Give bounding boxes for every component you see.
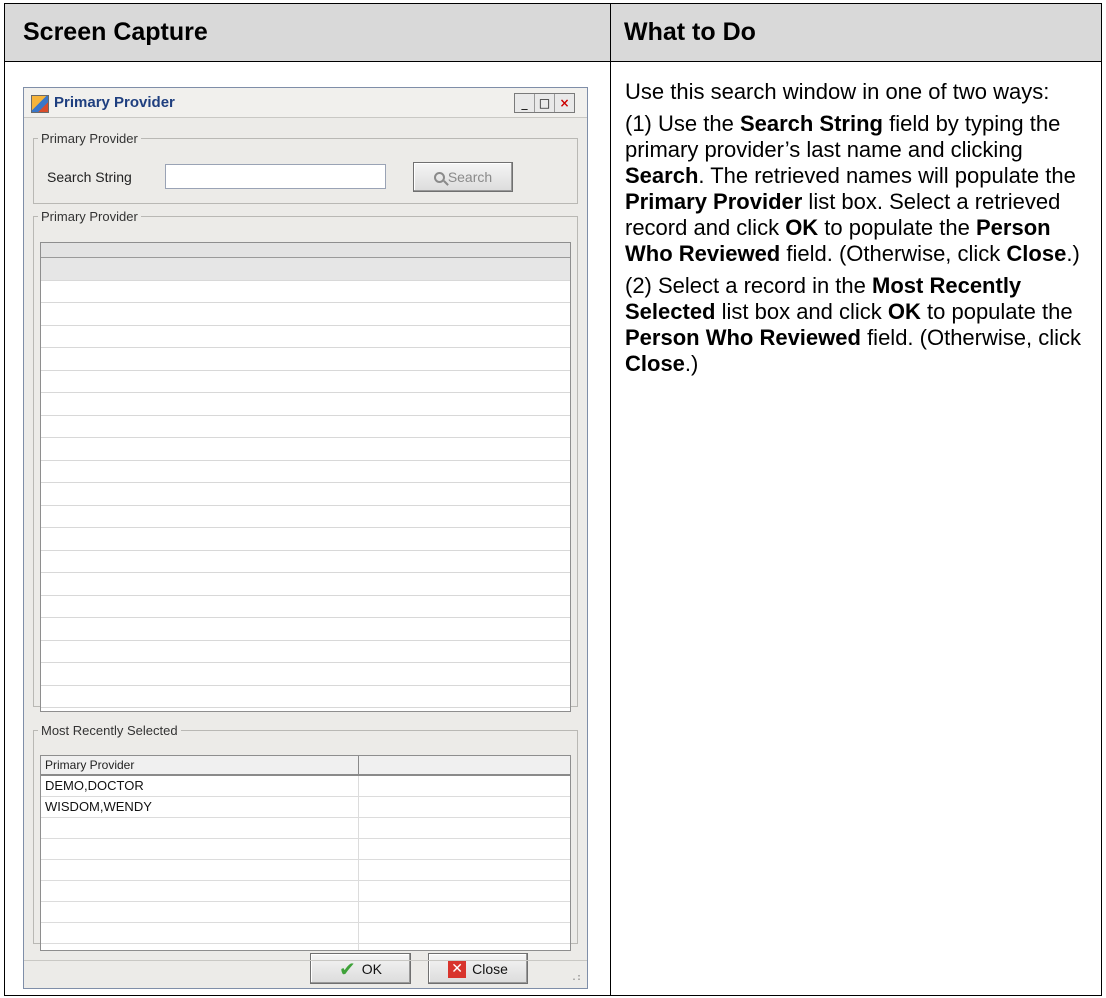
title-bar[interactable]: Primary Provider _ □ ×	[24, 88, 587, 118]
table-row[interactable]	[41, 818, 570, 839]
list-row[interactable]	[41, 551, 570, 573]
resize-grip-icon[interactable]: .:	[571, 972, 582, 983]
primary-provider-dialog: Primary Provider _ □ × Primary Provider …	[23, 87, 588, 989]
list-row[interactable]	[41, 483, 570, 506]
list-row[interactable]	[41, 258, 570, 281]
search-string-input[interactable]	[165, 164, 386, 189]
search-group-legend: Primary Provider	[41, 131, 138, 146]
list-row[interactable]	[41, 596, 570, 618]
list-row[interactable]	[41, 303, 570, 326]
instructions-text: Use this search window in one of two way…	[625, 79, 1085, 383]
recent-group: Most Recently Selected Primary Provider …	[33, 723, 578, 951]
most-recently-selected-list[interactable]: Primary Provider DEMO,DOCTOR WISDOM,WENDY	[40, 755, 571, 951]
table-row[interactable]: DEMO,DOCTOR	[41, 776, 570, 797]
what-to-do-header: What to Do	[624, 18, 756, 46]
dialog-title: Primary Provider	[54, 94, 175, 111]
list-row[interactable]	[41, 416, 570, 438]
provider-cell	[41, 818, 359, 838]
screen-capture-header: Screen Capture	[23, 18, 208, 46]
table-row[interactable]: WISDOM,WENDY	[41, 797, 570, 818]
results-group: Primary Provider	[33, 209, 578, 712]
search-group: Primary Provider Search String Search	[33, 131, 578, 204]
search-button-label: Search	[447, 169, 493, 185]
results-list-header	[41, 243, 570, 258]
list-row[interactable]	[41, 686, 570, 708]
recent-list-header: Primary Provider	[41, 756, 570, 776]
provider-cell	[41, 944, 359, 950]
list-row[interactable]	[41, 348, 570, 371]
instructions-step-1: (1) Use the Search String field by typin…	[625, 111, 1080, 266]
provider-cell	[41, 902, 359, 922]
list-row[interactable]	[41, 371, 570, 393]
list-row[interactable]	[41, 528, 570, 551]
status-strip: .:	[24, 960, 587, 988]
provider-cell: WISDOM,WENDY	[41, 797, 359, 817]
provider-cell: DEMO,DOCTOR	[41, 776, 359, 796]
app-icon	[31, 95, 49, 113]
list-row[interactable]	[41, 281, 570, 303]
close-window-button[interactable]: ×	[555, 94, 574, 112]
list-row[interactable]	[41, 326, 570, 348]
table-row[interactable]	[41, 923, 570, 944]
table-row[interactable]	[41, 881, 570, 902]
column-header-primary-provider[interactable]: Primary Provider	[41, 756, 359, 774]
list-row[interactable]	[41, 618, 570, 641]
primary-provider-list[interactable]	[40, 242, 571, 712]
instructions-intro: Use this search window in one of two way…	[625, 79, 1050, 104]
provider-cell	[41, 923, 359, 943]
list-row[interactable]	[41, 438, 570, 461]
minimize-button[interactable]: _	[515, 94, 535, 112]
list-row[interactable]	[41, 506, 570, 528]
table-row[interactable]	[41, 902, 570, 923]
table-row[interactable]	[41, 944, 570, 950]
search-string-label: Search String	[47, 169, 132, 185]
table-row[interactable]	[41, 860, 570, 881]
column-header-blank[interactable]	[359, 756, 363, 774]
provider-cell	[41, 881, 359, 901]
table-header-row: Screen Capture What to Do	[5, 4, 1101, 62]
search-icon	[433, 171, 445, 183]
list-row[interactable]	[41, 461, 570, 483]
instructions-step-2: (2) Select a record in the Most Recently…	[625, 273, 1082, 376]
provider-cell	[41, 839, 359, 859]
search-button[interactable]: Search	[413, 162, 513, 192]
list-row[interactable]	[41, 393, 570, 416]
column-divider	[610, 4, 611, 995]
list-row[interactable]	[41, 573, 570, 596]
results-group-legend: Primary Provider	[41, 209, 138, 224]
list-row[interactable]	[41, 663, 570, 686]
list-row[interactable]	[41, 641, 570, 663]
maximize-button[interactable]: □	[535, 94, 555, 112]
recent-group-legend: Most Recently Selected	[41, 723, 178, 738]
table-row[interactable]	[41, 839, 570, 860]
window-controls: _ □ ×	[514, 93, 575, 113]
provider-cell	[41, 860, 359, 880]
